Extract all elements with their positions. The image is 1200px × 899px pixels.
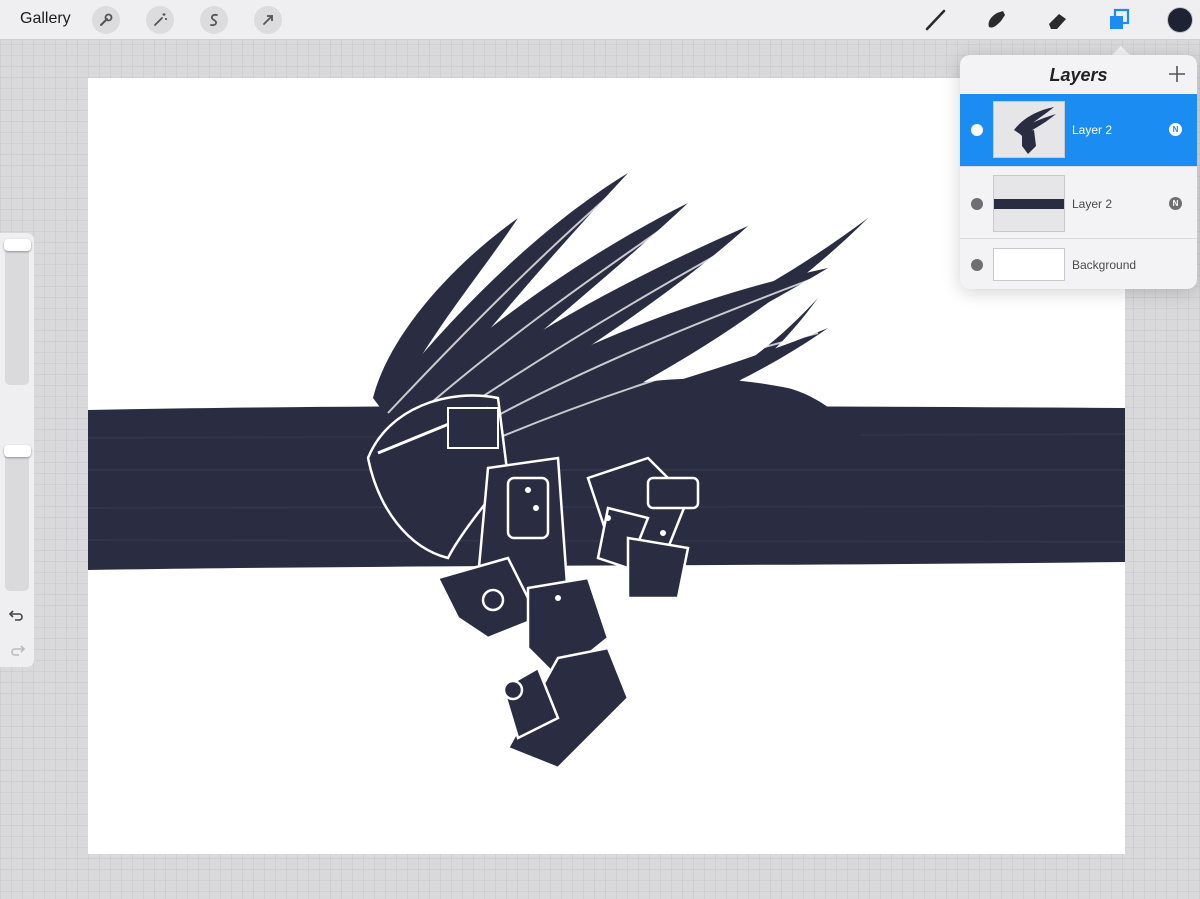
blend-mode-button[interactable]: N bbox=[1169, 197, 1182, 210]
layer-row[interactable]: Layer 2 N bbox=[960, 94, 1197, 166]
layers-icon[interactable] bbox=[1104, 5, 1134, 35]
brush-icon[interactable] bbox=[921, 5, 951, 35]
layer-thumbnail bbox=[993, 175, 1065, 232]
left-sidebar bbox=[0, 233, 34, 667]
layer-thumbnail bbox=[993, 248, 1065, 281]
visibility-toggle[interactable] bbox=[971, 198, 983, 210]
layer-name: Layer 2 bbox=[1072, 123, 1113, 137]
color-picker-button[interactable] bbox=[1167, 7, 1193, 33]
plus-icon[interactable] bbox=[1166, 63, 1188, 85]
transform-arrow-icon[interactable] bbox=[254, 6, 282, 34]
layer-name: Background bbox=[1072, 258, 1137, 272]
magic-wand-icon[interactable] bbox=[146, 6, 174, 34]
brush-size-handle[interactable] bbox=[4, 239, 31, 251]
layer-row[interactable]: Layer 2 N bbox=[960, 166, 1197, 238]
selection-icon[interactable] bbox=[200, 6, 228, 34]
wrench-icon[interactable] bbox=[92, 6, 120, 34]
top-toolbar: Gallery bbox=[0, 0, 1200, 40]
blend-mode-button[interactable]: N bbox=[1169, 123, 1182, 136]
eraser-icon[interactable] bbox=[1043, 5, 1073, 35]
redo-icon[interactable] bbox=[6, 638, 28, 660]
layer-name: Layer 2 bbox=[1072, 197, 1113, 211]
smudge-icon[interactable] bbox=[981, 5, 1011, 35]
layers-panel-title: Layers bbox=[1049, 65, 1108, 85]
layers-panel: Layers Layer 2 N Layer 2 N Background bbox=[960, 55, 1197, 289]
layer-thumbnail bbox=[993, 101, 1065, 158]
brush-size-slider[interactable] bbox=[5, 239, 29, 385]
opacity-handle[interactable] bbox=[4, 445, 31, 457]
opacity-slider[interactable] bbox=[5, 445, 29, 591]
undo-icon[interactable] bbox=[6, 603, 28, 625]
background-layer-row[interactable]: Background bbox=[960, 238, 1197, 289]
visibility-toggle[interactable] bbox=[971, 124, 983, 136]
gallery-button[interactable]: Gallery bbox=[20, 10, 71, 28]
visibility-toggle[interactable] bbox=[971, 259, 983, 271]
